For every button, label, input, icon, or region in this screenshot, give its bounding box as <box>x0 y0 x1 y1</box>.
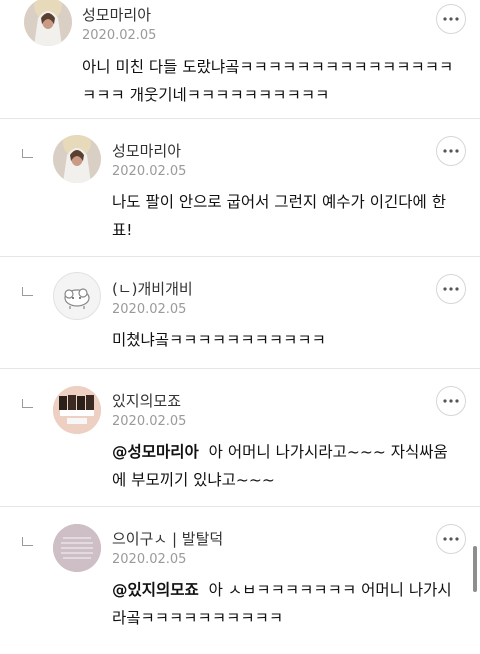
more-options-button[interactable] <box>436 386 466 416</box>
text-image-avatar[interactable] <box>53 524 101 572</box>
more-options-button[interactable] <box>436 274 466 304</box>
reply-item: (ㄴ)개비개비 2020.02.05 미쳤냐곸ㅋㅋㅋㅋㅋㅋㅋㅋㅋㅋㅋ <box>0 256 480 369</box>
scrollbar-thumb[interactable] <box>473 546 477 592</box>
comment-body: 미쳤냐곸ㅋㅋㅋㅋㅋㅋㅋㅋㅋㅋㅋ <box>112 331 326 349</box>
comment-text: 미쳤냐곸ㅋㅋㅋㅋㅋㅋㅋㅋㅋㅋㅋ <box>112 326 462 354</box>
comment-date: 2020.02.05 <box>82 28 157 43</box>
reply-item: 으이구ㅅ | 발탈덕 2020.02.05 @있지의모죠 아 ㅅㅂㅋㅋㅋㅋㅋㅋㅋ… <box>0 506 480 654</box>
cartoon-sheep-avatar[interactable] <box>53 272 101 320</box>
comment-date: 2020.02.05 <box>112 552 187 567</box>
reply-arrow-icon <box>22 537 33 546</box>
comment-item: 성모마리아 2020.02.05 아니 미친 다들 도랐냐곸ㅋㅋㅋㅋㅋㅋㅋㅋㅋㅋ… <box>0 0 480 119</box>
reply-arrow-icon <box>22 287 33 296</box>
comment-text: 아니 미친 다들 도랐냐곸ㅋㅋㅋㅋㅋㅋㅋㅋㅋㅋㅋㅋㅋㅋㅋㅋㅋㅋ 개웃기네ㅋㅋㅋㅋ… <box>82 53 454 109</box>
comment-nickname[interactable]: 있지의모죠 <box>112 390 181 411</box>
comment-nickname[interactable]: 성모마리아 <box>82 4 151 25</box>
reply-item: 있지의모죠 2020.02.05 @성모마리아 아 어머니 나가시라고~~~ 자… <box>0 368 480 507</box>
comment-date: 2020.02.05 <box>112 414 187 429</box>
ellipsis-icon <box>443 149 459 153</box>
reply-item: 성모마리아 2020.02.05 나도 팔이 안으로 굽어서 그런지 예수가 이… <box>0 118 480 257</box>
ellipsis-icon <box>443 17 459 21</box>
mention-link[interactable]: @성모마리아 <box>112 443 199 461</box>
virgin-mary-avatar[interactable] <box>24 0 72 46</box>
ellipsis-icon <box>443 399 459 403</box>
comment-date: 2020.02.05 <box>112 164 187 179</box>
comment-text: @있지의모죠 아 ㅅㅂㅋㅋㅋㅋㅋㅋㅋ 어머니 나가시라곸ㅋㅋㅋㅋㅋㅋㅋㅋㅋㅋ <box>112 576 462 632</box>
virgin-mary-avatar[interactable] <box>53 135 101 183</box>
ellipsis-icon <box>443 287 459 291</box>
comment-text: 나도 팔이 안으로 굽어서 그런지 예수가 이긴다에 한표! <box>112 188 462 244</box>
comment-body: 아니 미친 다들 도랐냐곸ㅋㅋㅋㅋㅋㅋㅋㅋㅋㅋㅋㅋㅋㅋㅋㅋㅋㅋ 개웃기네ㅋㅋㅋㅋ… <box>82 58 454 104</box>
comment-text: @성모마리아 아 어머니 나가시라고~~~ 자식싸움에 부모끼기 있냐고~~~ <box>112 438 462 494</box>
reply-arrow-icon <box>22 149 33 158</box>
group-photo-avatar[interactable] <box>53 386 101 434</box>
ellipsis-icon <box>443 537 459 541</box>
comment-date: 2020.02.05 <box>112 302 187 317</box>
mention-link[interactable]: @있지의모죠 <box>112 581 199 599</box>
more-options-button[interactable] <box>436 524 466 554</box>
comment-nickname[interactable]: (ㄴ)개비개비 <box>112 278 193 299</box>
comment-body: 나도 팔이 안으로 굽어서 그런지 예수가 이긴다에 한표! <box>112 193 446 239</box>
comment-nickname[interactable]: 으이구ㅅ | 발탈덕 <box>112 528 223 549</box>
reply-arrow-icon <box>22 399 33 408</box>
more-options-button[interactable] <box>436 4 466 34</box>
comment-nickname[interactable]: 성모마리아 <box>112 140 181 161</box>
more-options-button[interactable] <box>436 136 466 166</box>
